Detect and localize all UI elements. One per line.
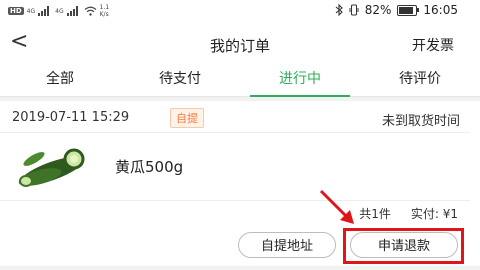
wifi-icon [84, 6, 96, 16]
divider [0, 200, 470, 201]
order-datetime: 2019-07-11 15:29 [12, 110, 130, 125]
battery-percent: 82% [364, 3, 392, 17]
page-title: 我的订单 [209, 37, 270, 55]
divider [0, 132, 470, 133]
annotation-arrow [319, 189, 354, 224]
vibrate-icon [349, 4, 359, 16]
pickup-tag: 自提 [170, 108, 204, 128]
section-gap [0, 266, 480, 270]
item-count: 共1件 [359, 207, 391, 221]
clock: 16:05 [423, 3, 458, 17]
signal-icon-2 [66, 6, 81, 16]
tab-in-progress[interactable]: 进行中 [240, 64, 360, 98]
paid-label: 实付: [410, 207, 439, 221]
network-4g-label-2: 4G [55, 7, 64, 15]
product-name[interactable]: 黄瓜500g [115, 156, 183, 177]
tab-all[interactable]: 全部 [0, 64, 120, 96]
hd-icon: HD [8, 7, 24, 15]
network-4g-label: 4G [26, 7, 36, 15]
pickup-address-button[interactable]: 自提地址 [238, 232, 336, 258]
status-bar-left: HD 4G 4G 1.1 K/s [8, 4, 109, 18]
order-summary: 共1件 实付: ¥1 [359, 205, 458, 222]
network-speed: 1.1 K/s [99, 4, 110, 18]
paid-amount: 实付: ¥1 [411, 205, 458, 222]
tab-pending-review[interactable]: 待评价 [360, 64, 480, 96]
section-gap [0, 97, 480, 101]
pickup-status: 未到取货时间 [381, 114, 460, 129]
paid-value: ¥1 [442, 207, 458, 221]
bluetooth-icon [335, 4, 343, 16]
battery-level [399, 6, 413, 14]
battery-icon [397, 4, 420, 16]
highlight-box [343, 228, 464, 264]
cucumber-image[interactable] [12, 137, 94, 193]
order-tabs: 全部 待支付 进行中 待评价 [0, 64, 480, 98]
tab-pending-payment[interactable]: 待支付 [120, 64, 240, 96]
status-bar-right: 82% 16:05 [335, 3, 458, 17]
invoice-button[interactable]: 开发票 [412, 35, 454, 55]
signal-icon [38, 6, 52, 16]
